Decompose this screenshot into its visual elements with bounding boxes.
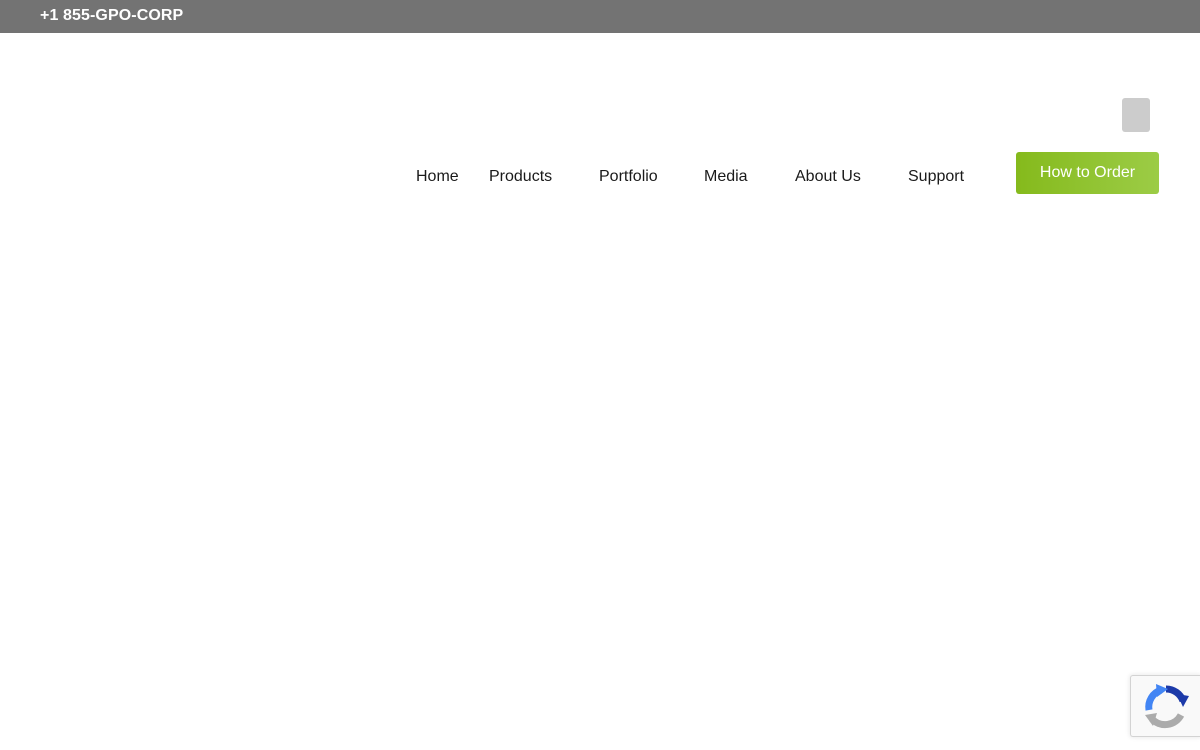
nav-item-home[interactable]: Home [416, 168, 459, 186]
search-toggle-icon[interactable] [1122, 98, 1150, 132]
recaptcha-icon [1145, 684, 1189, 729]
nav-item-media[interactable]: Media [704, 168, 748, 186]
top-bar: +1 855-GPO-CORP [0, 0, 1200, 33]
nav-item-about-us[interactable]: About Us [795, 168, 861, 186]
recaptcha-badge[interactable] [1130, 675, 1200, 737]
nav-item-support[interactable]: Support [908, 168, 964, 186]
phone-number-link[interactable]: +1 855-GPO-CORP [40, 7, 183, 25]
nav-item-products[interactable]: Products [489, 168, 552, 186]
nav-item-portfolio[interactable]: Portfolio [599, 168, 658, 186]
how-to-order-button[interactable]: How to Order [1016, 152, 1159, 194]
